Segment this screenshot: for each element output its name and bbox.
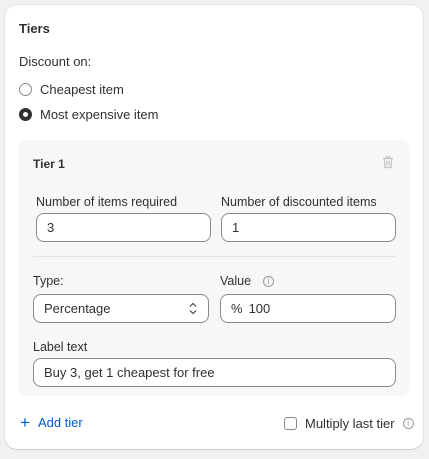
value-input[interactable]: % 100 — [220, 294, 396, 323]
tier-panel: Tier 1 Number of items required 3 Number… — [18, 140, 410, 396]
radio-button[interactable] — [19, 83, 32, 96]
tier-title: Tier 1 — [33, 157, 65, 171]
label-text-label: Label text — [33, 340, 88, 354]
type-select-value: Percentage — [44, 301, 111, 316]
add-tier-label: Add tier — [37, 415, 83, 430]
radio-label: Cheapest item — [40, 82, 124, 97]
type-select[interactable]: Percentage — [33, 294, 209, 323]
info-icon[interactable]: i — [402, 418, 414, 429]
discounted-items-input[interactable]: 1 — [221, 213, 396, 242]
label-text-input[interactable]: Buy 3, get 1 cheapest for free — [33, 358, 396, 387]
items-required-input[interactable]: 3 — [36, 213, 211, 242]
plus-icon: + — [20, 413, 30, 432]
value-prefix: % — [231, 301, 243, 316]
discounted-items-label: Number of discounted items — [221, 195, 377, 209]
divider — [33, 256, 396, 257]
multiply-last-tier-checkbox[interactable] — [284, 417, 297, 430]
radio-cheapest-item[interactable]: Cheapest item — [19, 82, 124, 97]
items-required-label: Number of items required — [36, 195, 178, 209]
add-tier-button[interactable]: + Add tier — [20, 413, 83, 432]
type-label: Type: — [33, 274, 64, 288]
discount-on-label: Discount on: — [19, 54, 92, 69]
multiply-last-tier-row: Multiply last tier i — [284, 416, 414, 431]
select-chevrons-icon — [189, 302, 197, 315]
radio-button-selected[interactable] — [19, 108, 32, 121]
tiers-card: Tiers Discount on: Cheapest item Most ex… — [5, 5, 423, 449]
items-required-value: 3 — [47, 220, 55, 235]
discounted-items-value: 1 — [232, 220, 240, 235]
radio-most-expensive-item[interactable]: Most expensive item — [19, 107, 159, 122]
info-icon[interactable]: i — [263, 275, 275, 287]
multiply-last-tier-label[interactable]: Multiply last tier — [305, 416, 395, 431]
label-text-value: Buy 3, get 1 cheapest for free — [44, 365, 215, 380]
section-title: Tiers — [19, 21, 50, 36]
radio-label: Most expensive item — [40, 107, 159, 122]
trash-icon[interactable] — [381, 155, 395, 169]
value-input-value: 100 — [248, 301, 271, 316]
value-label: Value — [220, 274, 252, 288]
value-label-row: Value i — [220, 274, 275, 288]
